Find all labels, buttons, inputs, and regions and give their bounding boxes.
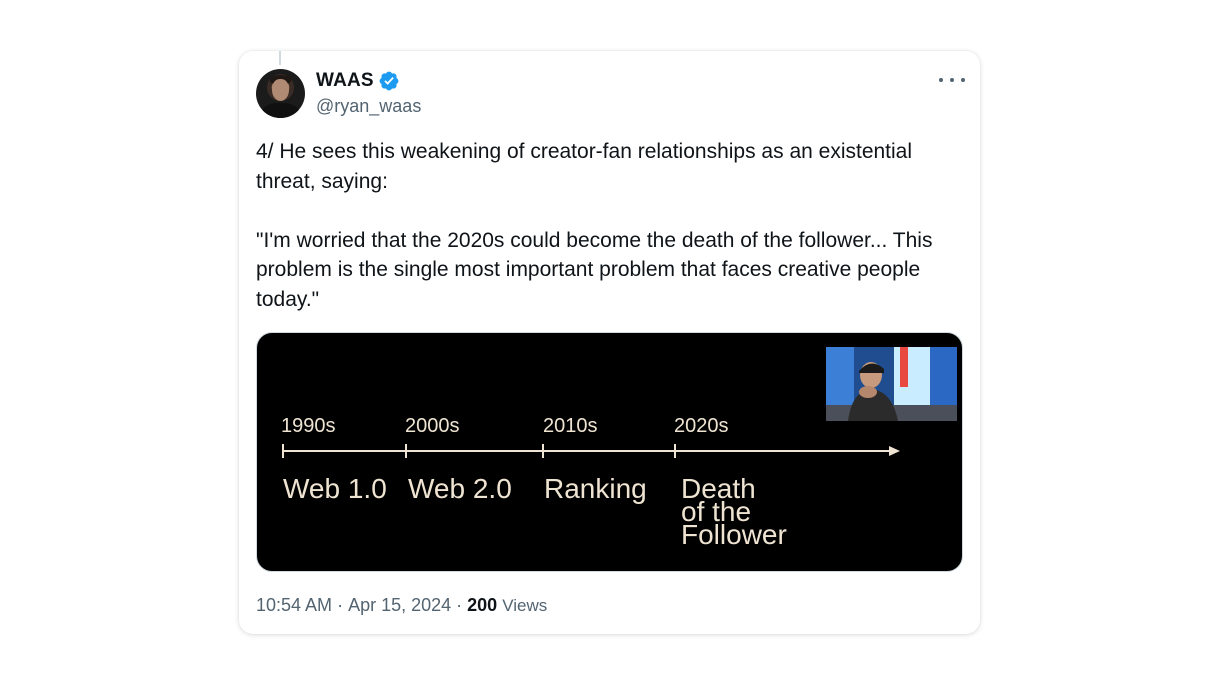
- author-display-name[interactable]: WAAS: [316, 70, 374, 92]
- views-count[interactable]: 200: [467, 595, 497, 616]
- tweet-metadata: 10:54 AM · Apr 15, 2024 · 200 Views: [256, 595, 547, 616]
- verified-badge-icon: [379, 71, 399, 91]
- speaker-video-frame: [826, 347, 957, 421]
- speaker-video-thumbnail: [826, 347, 957, 421]
- meta-separator: ·: [337, 595, 344, 615]
- timeline-decade-label: 1990s: [281, 415, 336, 437]
- timeline-era-label: Web 1.0: [283, 473, 387, 504]
- timeline-era-label: Web 2.0: [408, 473, 512, 504]
- timeline-decade-label: 2020s: [674, 415, 729, 437]
- avatar-face: [272, 79, 289, 101]
- timeline-arrowhead: [889, 446, 900, 456]
- meta-separator: ·: [456, 595, 463, 615]
- timeline-era-label: Ranking: [544, 473, 647, 504]
- tweet-time[interactable]: 10:54 AM: [256, 595, 332, 616]
- tweet-media-image[interactable]: 1990s 2000s 2010s 2020s Web 1.0 Web 2.0 …: [256, 332, 963, 572]
- more-dot: [961, 78, 965, 82]
- views-label: Views: [502, 596, 548, 615]
- tweet-date[interactable]: Apr 15, 2024: [348, 595, 451, 616]
- more-horizontal-icon[interactable]: [939, 69, 965, 91]
- timeline-era-label-line: Follower: [681, 519, 787, 550]
- avatar-shirt: [262, 103, 299, 118]
- timeline-decade-label: 2010s: [543, 415, 598, 437]
- timeline-decade-label: 2000s: [405, 415, 460, 437]
- thread-connector-line: [279, 51, 281, 65]
- more-dot: [939, 78, 943, 82]
- tweet-text: 4/ He sees this weakening of creator-fan…: [256, 140, 933, 311]
- author-name-row[interactable]: WAAS: [316, 70, 400, 92]
- more-dot: [950, 78, 954, 82]
- author-handle[interactable]: @ryan_waas: [316, 96, 421, 117]
- tweet-card[interactable]: WAAS @ryan_waas 4/ He sees this weakenin…: [239, 51, 980, 634]
- avatar[interactable]: [256, 69, 305, 118]
